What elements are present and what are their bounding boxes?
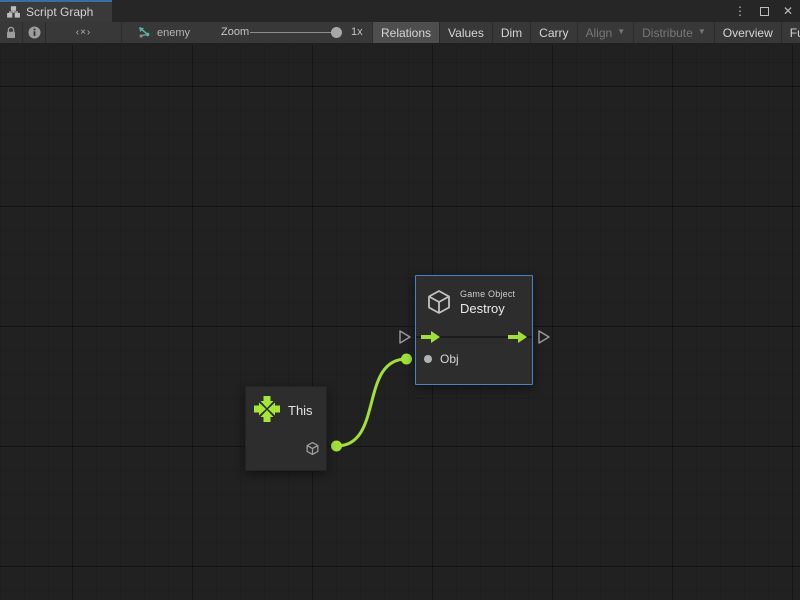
toolbar-buttons: Relations Values Dim Carry Align ▼ Distr… bbox=[372, 22, 800, 43]
graph-toolbar: ‹×› enemy Zoom 1x Relations Val bbox=[0, 22, 800, 44]
tab-title: Script Graph bbox=[26, 5, 93, 19]
carry-button[interactable]: Carry bbox=[530, 22, 576, 43]
tab-script-graph[interactable]: Script Graph bbox=[0, 0, 112, 22]
game-object-cube-icon bbox=[425, 288, 453, 316]
window-menu-icon[interactable]: ⋮ bbox=[732, 3, 748, 19]
code-view-button[interactable]: ‹×› bbox=[46, 22, 122, 43]
overview-button[interactable]: Overview bbox=[714, 22, 781, 43]
values-button[interactable]: Values bbox=[439, 22, 492, 43]
zoom-slider-handle[interactable] bbox=[331, 27, 342, 38]
dim-button[interactable]: Dim bbox=[492, 22, 530, 43]
script-graph-asset-icon bbox=[138, 26, 152, 39]
game-object-output-port-icon[interactable] bbox=[305, 441, 320, 456]
breadcrumb-label: enemy bbox=[157, 27, 190, 39]
script-graph-window: Script Graph ⋮ ✕ ‹×› bbox=[0, 0, 800, 600]
chevron-down-icon: ▼ bbox=[617, 27, 625, 36]
control-output-arrow-icon[interactable] bbox=[508, 331, 527, 343]
node-title: Destroy bbox=[460, 301, 505, 316]
align-dropdown[interactable]: Align ▼ bbox=[577, 22, 634, 43]
this-converge-icon bbox=[253, 395, 281, 423]
relations-button[interactable]: Relations bbox=[372, 22, 439, 43]
zoom-label: Zoom bbox=[221, 26, 249, 38]
obj-port-label: Obj bbox=[440, 352, 459, 366]
lock-button[interactable] bbox=[0, 22, 23, 43]
node-destroy[interactable]: Game Object Destroy Obj bbox=[415, 275, 533, 385]
fullscreen-button[interactable]: Full Screen bbox=[781, 22, 800, 43]
control-input-port-triangle[interactable] bbox=[398, 329, 412, 345]
graph-hierarchy-icon bbox=[7, 6, 20, 18]
info-icon bbox=[28, 26, 41, 39]
chevron-down-icon: ▼ bbox=[698, 27, 706, 36]
zoom-value: 1x bbox=[351, 26, 363, 38]
obj-value-port[interactable] bbox=[424, 355, 432, 363]
control-output-port-triangle[interactable] bbox=[537, 329, 551, 345]
close-icon[interactable]: ✕ bbox=[780, 3, 796, 19]
lock-icon bbox=[5, 26, 17, 39]
graph-canvas[interactable] bbox=[0, 45, 800, 600]
maximize-icon[interactable] bbox=[756, 3, 772, 19]
distribute-dropdown[interactable]: Distribute ▼ bbox=[633, 22, 714, 43]
zoom-slider-track[interactable] bbox=[250, 32, 342, 33]
control-input-arrow-icon[interactable] bbox=[421, 331, 440, 343]
breadcrumb[interactable]: enemy bbox=[138, 22, 190, 43]
window-controls: ⋮ ✕ bbox=[732, 0, 796, 22]
tab-bar: Script Graph ⋮ ✕ bbox=[0, 0, 800, 22]
info-button[interactable] bbox=[23, 22, 46, 43]
node-category: Game Object bbox=[460, 289, 515, 299]
node-title: This bbox=[288, 403, 313, 418]
code-view-icon: ‹×› bbox=[76, 27, 92, 38]
node-this[interactable]: This bbox=[245, 386, 327, 471]
